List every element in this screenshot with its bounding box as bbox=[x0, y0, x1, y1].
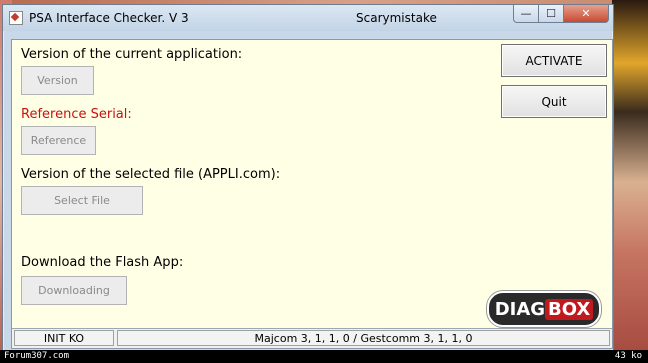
background-photo-right bbox=[612, 0, 648, 350]
reference-button[interactable]: Reference bbox=[21, 126, 96, 155]
minimize-button[interactable]: — bbox=[513, 5, 539, 23]
close-icon: ✕ bbox=[581, 7, 591, 20]
status-bar: INIT KO Majcom 3, 1, 1, 0 / Gestcomm 3, … bbox=[12, 328, 612, 348]
activate-button[interactable]: ACTIVATE bbox=[501, 44, 607, 77]
client-area: Version of the current application: Vers… bbox=[11, 39, 613, 349]
version-button[interactable]: Version bbox=[21, 66, 94, 95]
reference-label: Reference Serial: bbox=[21, 107, 132, 122]
maximize-button[interactable]: ☐ bbox=[539, 5, 564, 23]
quit-button[interactable]: Quit bbox=[501, 85, 607, 118]
image-watermark-bar: Forum307.com 43 ko bbox=[0, 350, 648, 363]
watermark-right: 43 ko bbox=[614, 351, 642, 361]
status-init: INIT KO bbox=[14, 330, 114, 346]
diagbox-logo: DIAG BOX bbox=[487, 291, 601, 327]
window-subtitle: Scarymistake bbox=[356, 11, 437, 25]
downloading-button[interactable]: Downloading bbox=[21, 276, 127, 305]
window-controls: — ☐ ✕ bbox=[513, 5, 609, 25]
maximize-icon: ☐ bbox=[546, 7, 556, 20]
version-label: Version of the current application: bbox=[21, 47, 243, 62]
watermark-left: Forum307.com bbox=[4, 351, 70, 361]
app-icon bbox=[9, 11, 23, 25]
download-label: Download the Flash App: bbox=[21, 255, 184, 270]
logo-text-box: BOX bbox=[545, 298, 594, 320]
app-window: PSA Interface Checker. V 3 Scarymistake … bbox=[2, 4, 614, 352]
select-file-button[interactable]: Select File bbox=[21, 186, 143, 215]
file-label: Version of the selected file (APPLI.com)… bbox=[21, 167, 281, 182]
close-button[interactable]: ✕ bbox=[564, 5, 609, 23]
status-versions: Majcom 3, 1, 1, 0 / Gestcomm 3, 1, 1, 0 bbox=[117, 330, 610, 346]
title-bar[interactable]: PSA Interface Checker. V 3 Scarymistake … bbox=[3, 5, 613, 31]
logo-text-diag: DIAG bbox=[494, 298, 546, 320]
window-title: PSA Interface Checker. V 3 bbox=[29, 11, 189, 25]
minimize-icon: — bbox=[520, 7, 532, 20]
